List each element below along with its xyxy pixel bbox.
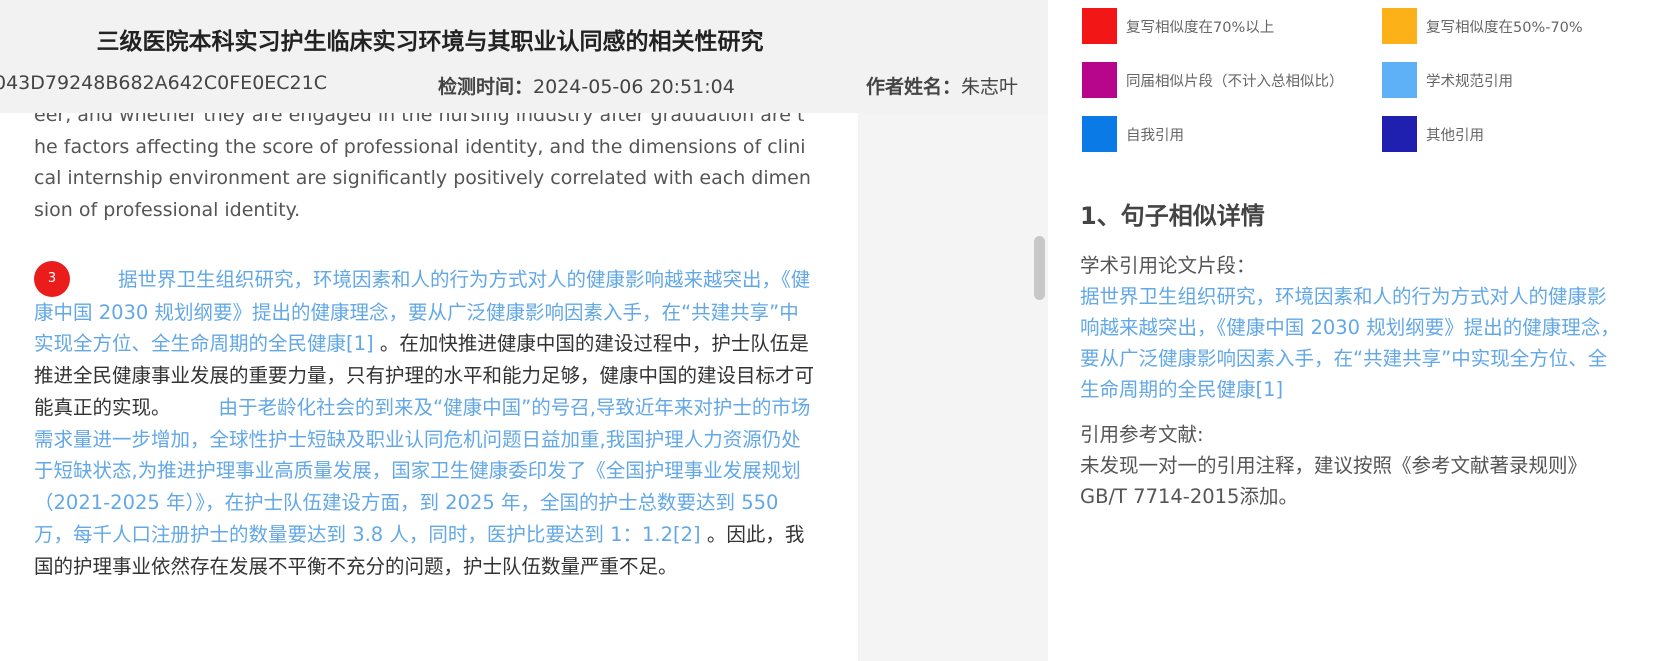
check-time: 检测时间：2024-05-06 20:51:04 bbox=[438, 72, 735, 99]
paragraph-number-badge[interactable]: 3 bbox=[34, 260, 70, 297]
reference-label: 引用参考文献: bbox=[1080, 423, 1204, 446]
author-label: 作者姓名： bbox=[866, 76, 962, 98]
check-time-value: 2024-05-06 20:51:04 bbox=[533, 76, 735, 98]
document-title: 三级医院本科实习护生临床实习环境与其职业认同感的相关性研究 bbox=[96, 29, 764, 55]
legend-label: 学术规范引用 bbox=[1426, 74, 1513, 90]
author-value: 朱志叶 bbox=[961, 76, 1019, 98]
legend-label: 自我引用 bbox=[1126, 128, 1184, 144]
legend-swatch bbox=[1082, 116, 1117, 152]
excerpt-text[interactable]: 据世界卫生组织研究，环境因素和人的行为方式对人的健康影响越来越突出，《健康中国 … bbox=[1080, 281, 1625, 405]
legend-label: 其他引用 bbox=[1426, 128, 1484, 144]
report-header: 三级医院本科实习护生临床实习环境与其职业认同感的相关性研究 043D79248B… bbox=[0, 0, 1048, 113]
report-id: 043D79248B682A642C0FE0EC21C bbox=[0, 72, 327, 94]
paragraph-3: 3 据世界卫生组织研究，环境因素和人的行为方式对人的健康影响越来越突出，《健康中国… bbox=[34, 260, 814, 583]
check-time-label: 检测时间： bbox=[438, 76, 534, 98]
author-name: 作者姓名：朱志叶 bbox=[866, 72, 1018, 99]
legend-label: 同届相似片段（不计入总相似比） bbox=[1126, 74, 1344, 90]
abstract-text: eer, and whether they are engaged in the… bbox=[34, 104, 811, 221]
legend-swatch bbox=[1382, 8, 1417, 44]
legend-swatch bbox=[1382, 116, 1417, 152]
legend-label: 复写相似度在70%以上 bbox=[1126, 20, 1275, 36]
legend-label: 复写相似度在50%-70% bbox=[1426, 20, 1583, 36]
document-body: eer, and whether they are engaged in the… bbox=[34, 100, 814, 583]
excerpt-label: 学术引用论文片段： bbox=[1080, 254, 1256, 277]
legend-swatch bbox=[1082, 62, 1117, 98]
legend-swatch bbox=[1082, 8, 1117, 44]
section-title: 1、句子相似详情 bbox=[1080, 202, 1265, 230]
detail-pane: 复写相似度在70%以上 复写相似度在50%-70% 同届相似片段（不计入总相似比… bbox=[1048, 0, 1660, 661]
reference-text: 未发现一对一的引用注释，建议按照《参考文献著录规则》GB/T 7714-2015… bbox=[1080, 454, 1588, 508]
scrollbar-thumb[interactable] bbox=[1034, 236, 1045, 300]
legend-swatch bbox=[1382, 62, 1417, 98]
